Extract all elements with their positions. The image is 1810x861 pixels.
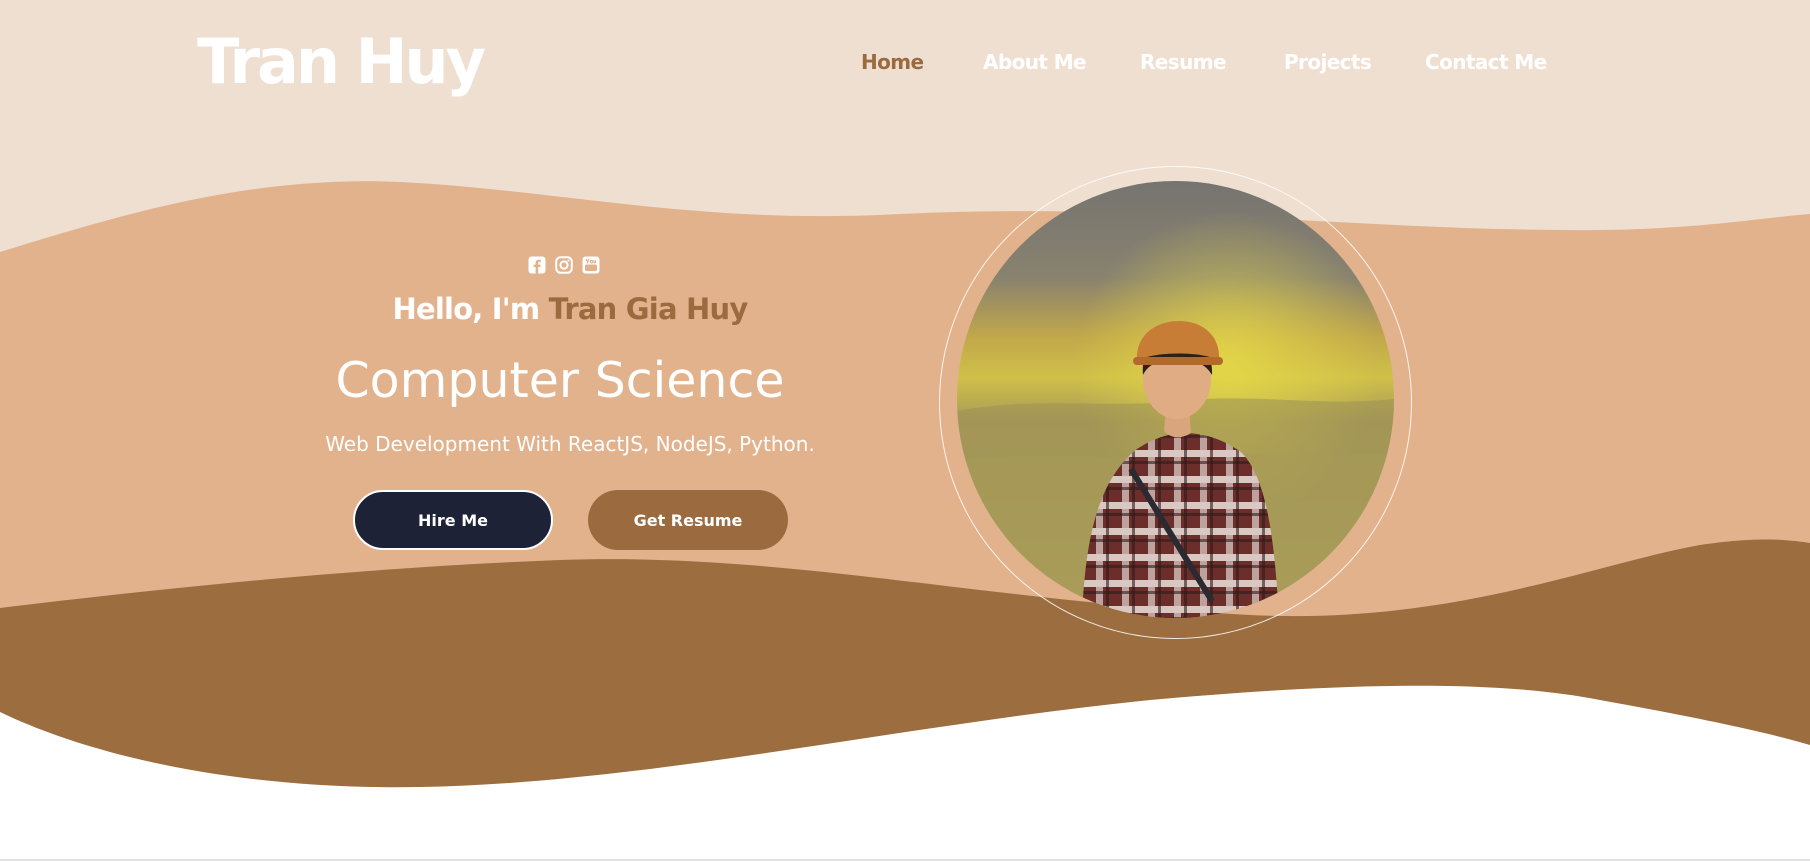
greeting-prefix: Hello, I'm bbox=[392, 292, 541, 326]
profile-photo bbox=[957, 181, 1394, 618]
facebook-icon[interactable] bbox=[528, 256, 546, 274]
nav-contact-me[interactable]: Contact Me bbox=[1425, 46, 1547, 78]
youtube-icon[interactable] bbox=[582, 256, 600, 274]
instagram-icon[interactable] bbox=[555, 256, 573, 274]
hero-headline: Computer Science bbox=[335, 352, 785, 409]
nav-home[interactable]: Home bbox=[861, 46, 924, 78]
portfolio-page: Tran Huy Home About Me Resume Projects C… bbox=[0, 0, 1810, 861]
greeting-name: Tran Gia Huy bbox=[548, 292, 749, 326]
main-nav: Home About Me Resume Projects Contact Me bbox=[0, 46, 1810, 78]
hero-greeting: Hello, I'm Tran Gia Huy bbox=[368, 288, 772, 330]
get-resume-button[interactable]: Get Resume bbox=[588, 490, 788, 550]
hire-me-button[interactable]: Hire Me bbox=[353, 490, 553, 550]
nav-projects[interactable]: Projects bbox=[1284, 46, 1372, 78]
nav-about-me[interactable]: About Me bbox=[983, 46, 1087, 78]
hero-subtitle: Web Development With ReactJS, NodeJS, Py… bbox=[325, 432, 815, 456]
nav-resume[interactable]: Resume bbox=[1140, 46, 1227, 78]
